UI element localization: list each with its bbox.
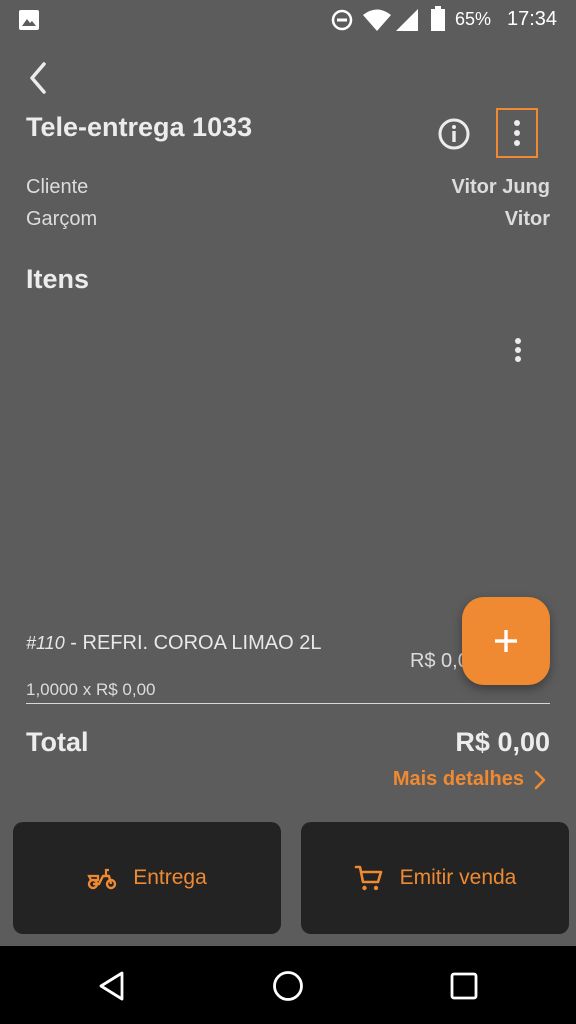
- items-section-title: Itens: [26, 264, 90, 294]
- delivery-label: Entrega: [133, 866, 207, 889]
- total-value: R$ 0,00: [455, 727, 550, 757]
- list-item[interactable]: #110 - REFRI. COROA LIMAO 2L 1,0000 x R$…: [0, 310, 576, 699]
- waiter-label: Garçom: [26, 208, 98, 230]
- wifi-icon: [362, 8, 392, 32]
- delivery-button[interactable]: Entrega: [13, 822, 281, 934]
- item-separator: -: [64, 632, 83, 654]
- arrow-back-icon: [30, 62, 46, 94]
- navigation-bar: [0, 946, 576, 1024]
- issue-sale-button[interactable]: Emitir venda: [301, 822, 569, 934]
- chevron-right-icon: [534, 770, 546, 789]
- image-icon: [18, 9, 40, 31]
- item-name-line: #110 - REFRI. COROA LIMAO 2L: [26, 632, 321, 655]
- page-title: Tele-entrega 1033: [26, 112, 253, 142]
- nav-home-button[interactable]: [271, 969, 305, 1003]
- item-options-button[interactable]: [502, 332, 534, 372]
- back-button[interactable]: [24, 60, 54, 96]
- status-bar: 65% 17:34: [0, 0, 576, 40]
- client-value: Vitor Jung: [451, 176, 550, 198]
- total-label: Total: [26, 727, 89, 757]
- battery-percent: 65%: [455, 9, 492, 29]
- divider: [26, 703, 550, 704]
- nav-recents-button[interactable]: [450, 972, 478, 1000]
- add-item-button[interactable]: [462, 597, 550, 685]
- item-quantity: 1,0000 x R$ 0,00: [26, 680, 156, 699]
- client-label: Cliente: [26, 176, 89, 198]
- item-code: #110: [26, 633, 65, 653]
- square-recents-icon: [450, 972, 478, 1000]
- do-not-disturb-icon: [331, 9, 353, 31]
- issue-sale-label: Emitir venda: [399, 866, 517, 889]
- more-options-button[interactable]: [496, 108, 538, 158]
- plus-icon: [495, 630, 517, 652]
- triangle-back-icon: [99, 971, 124, 1001]
- cart-icon: [354, 865, 382, 891]
- info-button[interactable]: [437, 117, 471, 151]
- waiter-value: Vitor: [504, 208, 550, 230]
- clock: 17:34: [507, 8, 558, 30]
- battery-icon: [430, 6, 446, 32]
- info-icon: [438, 118, 470, 150]
- more-vert-icon: [515, 338, 521, 362]
- more-vert-icon: [514, 120, 520, 146]
- more-details-label: Mais detalhes: [392, 768, 524, 790]
- circle-home-icon: [273, 971, 303, 1001]
- nav-back-button[interactable]: [97, 970, 127, 1002]
- more-details-link[interactable]: Mais detalhes: [393, 768, 546, 791]
- signal-icon: [395, 8, 419, 32]
- item-name: REFRI. COROA LIMAO 2L: [82, 632, 322, 654]
- scooter-icon: [87, 868, 117, 890]
